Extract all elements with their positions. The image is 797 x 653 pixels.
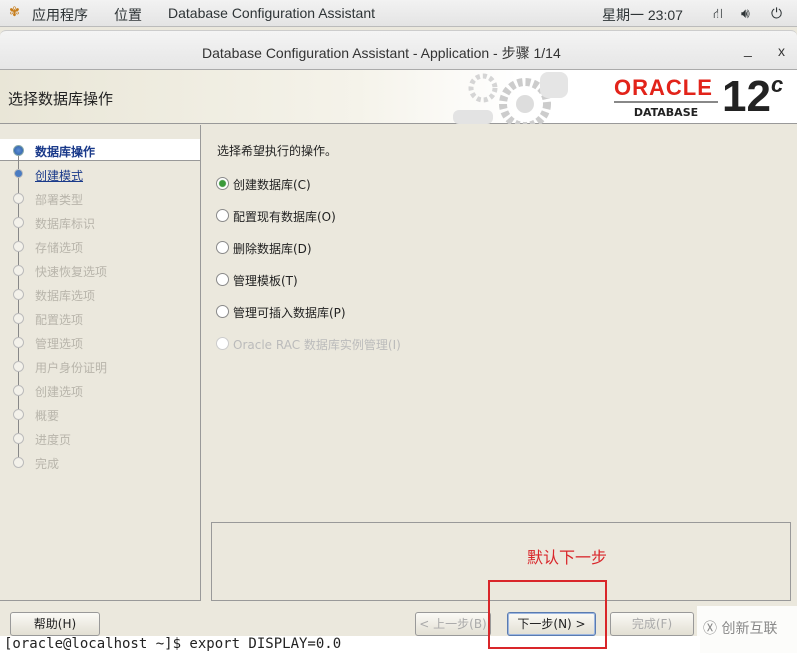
places-menu[interactable]: 位置: [114, 5, 142, 25]
step-indicator-icon: [13, 385, 24, 396]
close-button[interactable]: x: [778, 43, 785, 59]
help-button[interactable]: 帮助(H): [10, 612, 100, 636]
radio-label: 管理模板(T): [233, 274, 298, 288]
radio-label: 配置现有数据库(O): [233, 210, 336, 224]
step-item: 完成: [35, 457, 60, 471]
step-item: 概要: [35, 409, 60, 423]
step-indicator-icon: [13, 409, 24, 420]
step-item: 配置选项: [35, 313, 84, 327]
radio-circle[interactable]: [216, 177, 229, 190]
clock[interactable]: 星期一 23:07: [602, 5, 683, 25]
step-item: 进度页: [35, 433, 72, 447]
radio-label: 创建数据库(C): [233, 178, 311, 192]
apps-icon: ✾: [9, 4, 20, 19]
step-indicator-icon: [13, 337, 24, 348]
oracle-logo: ORACLE DATABASE: [614, 76, 718, 119]
gears-database-icon: [453, 72, 568, 124]
active-app-menu[interactable]: Database Configuration Assistant: [168, 5, 375, 21]
top-panel: ✾ 应用程序 位置 Database Configuration Assista…: [0, 0, 797, 27]
step-item[interactable]: 数据库操作: [35, 143, 95, 160]
step-item: 用户身份证明: [35, 361, 108, 375]
watermark: Ⓧ 创新互联: [697, 606, 797, 653]
radio-circle[interactable]: [216, 209, 229, 222]
radio-circle[interactable]: [216, 241, 229, 254]
step-item[interactable]: 创建模式: [35, 167, 83, 184]
step-item: 数据库选项: [35, 289, 96, 303]
step-indicator-icon: [13, 361, 24, 372]
radio-label: Oracle RAC 数据库实例管理(I): [233, 338, 401, 352]
radio-circle[interactable]: [216, 305, 229, 318]
version-logo: 12c: [722, 72, 784, 121]
window-titlebar[interactable]: Database Configuration Assistant - Appli…: [0, 30, 797, 70]
step-item: 创建选项: [35, 385, 84, 399]
page-header: 选择数据库操作 ORACLE DATABASE 12c: [0, 70, 797, 124]
database-wordmark: DATABASE: [633, 106, 699, 119]
window-title: Database Configuration Assistant - Appli…: [202, 45, 561, 61]
step-indicator-icon: [13, 241, 24, 252]
power-icon[interactable]: ⏻: [771, 5, 782, 22]
volume-icon[interactable]: 🔊︎: [741, 5, 750, 22]
step-indicator-icon: [14, 169, 23, 178]
step-indicator-icon: [13, 457, 24, 468]
step-indicator-icon: [13, 289, 24, 300]
step-indicator-icon: [13, 265, 24, 276]
back-button[interactable]: < 上一步(B): [415, 612, 491, 636]
step-indicator-icon: [13, 217, 24, 228]
network-icon[interactable]: ⛙: [713, 5, 723, 24]
step-indicator-icon: [13, 193, 24, 204]
oracle-wordmark: ORACLE: [614, 75, 713, 100]
step-item: 部署类型: [35, 193, 84, 207]
step-indicator-icon: [13, 433, 24, 444]
radio-circle[interactable]: [216, 273, 229, 286]
step-item: 快速恢复选项: [35, 265, 108, 279]
radio-label: 删除数据库(D): [233, 242, 312, 256]
step-indicator-icon: [13, 313, 24, 324]
highlight-box: [488, 580, 607, 649]
step-indicator-icon: [13, 145, 24, 156]
finish-button[interactable]: 完成(F): [610, 612, 694, 636]
radio-circle[interactable]: [216, 337, 229, 350]
current-step-highlight: [0, 139, 200, 161]
watermark-logo-icon: Ⓧ: [703, 621, 717, 637]
annotation-text: 默认下一步: [527, 548, 608, 567]
radio-label: 管理可插入数据库(P): [233, 306, 346, 320]
apps-menu[interactable]: 应用程序: [32, 5, 88, 25]
step-item: 数据库标识: [35, 217, 96, 231]
step-item: 存储选项: [35, 241, 84, 255]
page-title: 选择数据库操作: [8, 90, 114, 108]
minimize-button[interactable]: _: [744, 41, 752, 57]
step-item: 管理选项: [35, 337, 84, 351]
prompt-text: 选择希望执行的操作。: [217, 144, 338, 158]
